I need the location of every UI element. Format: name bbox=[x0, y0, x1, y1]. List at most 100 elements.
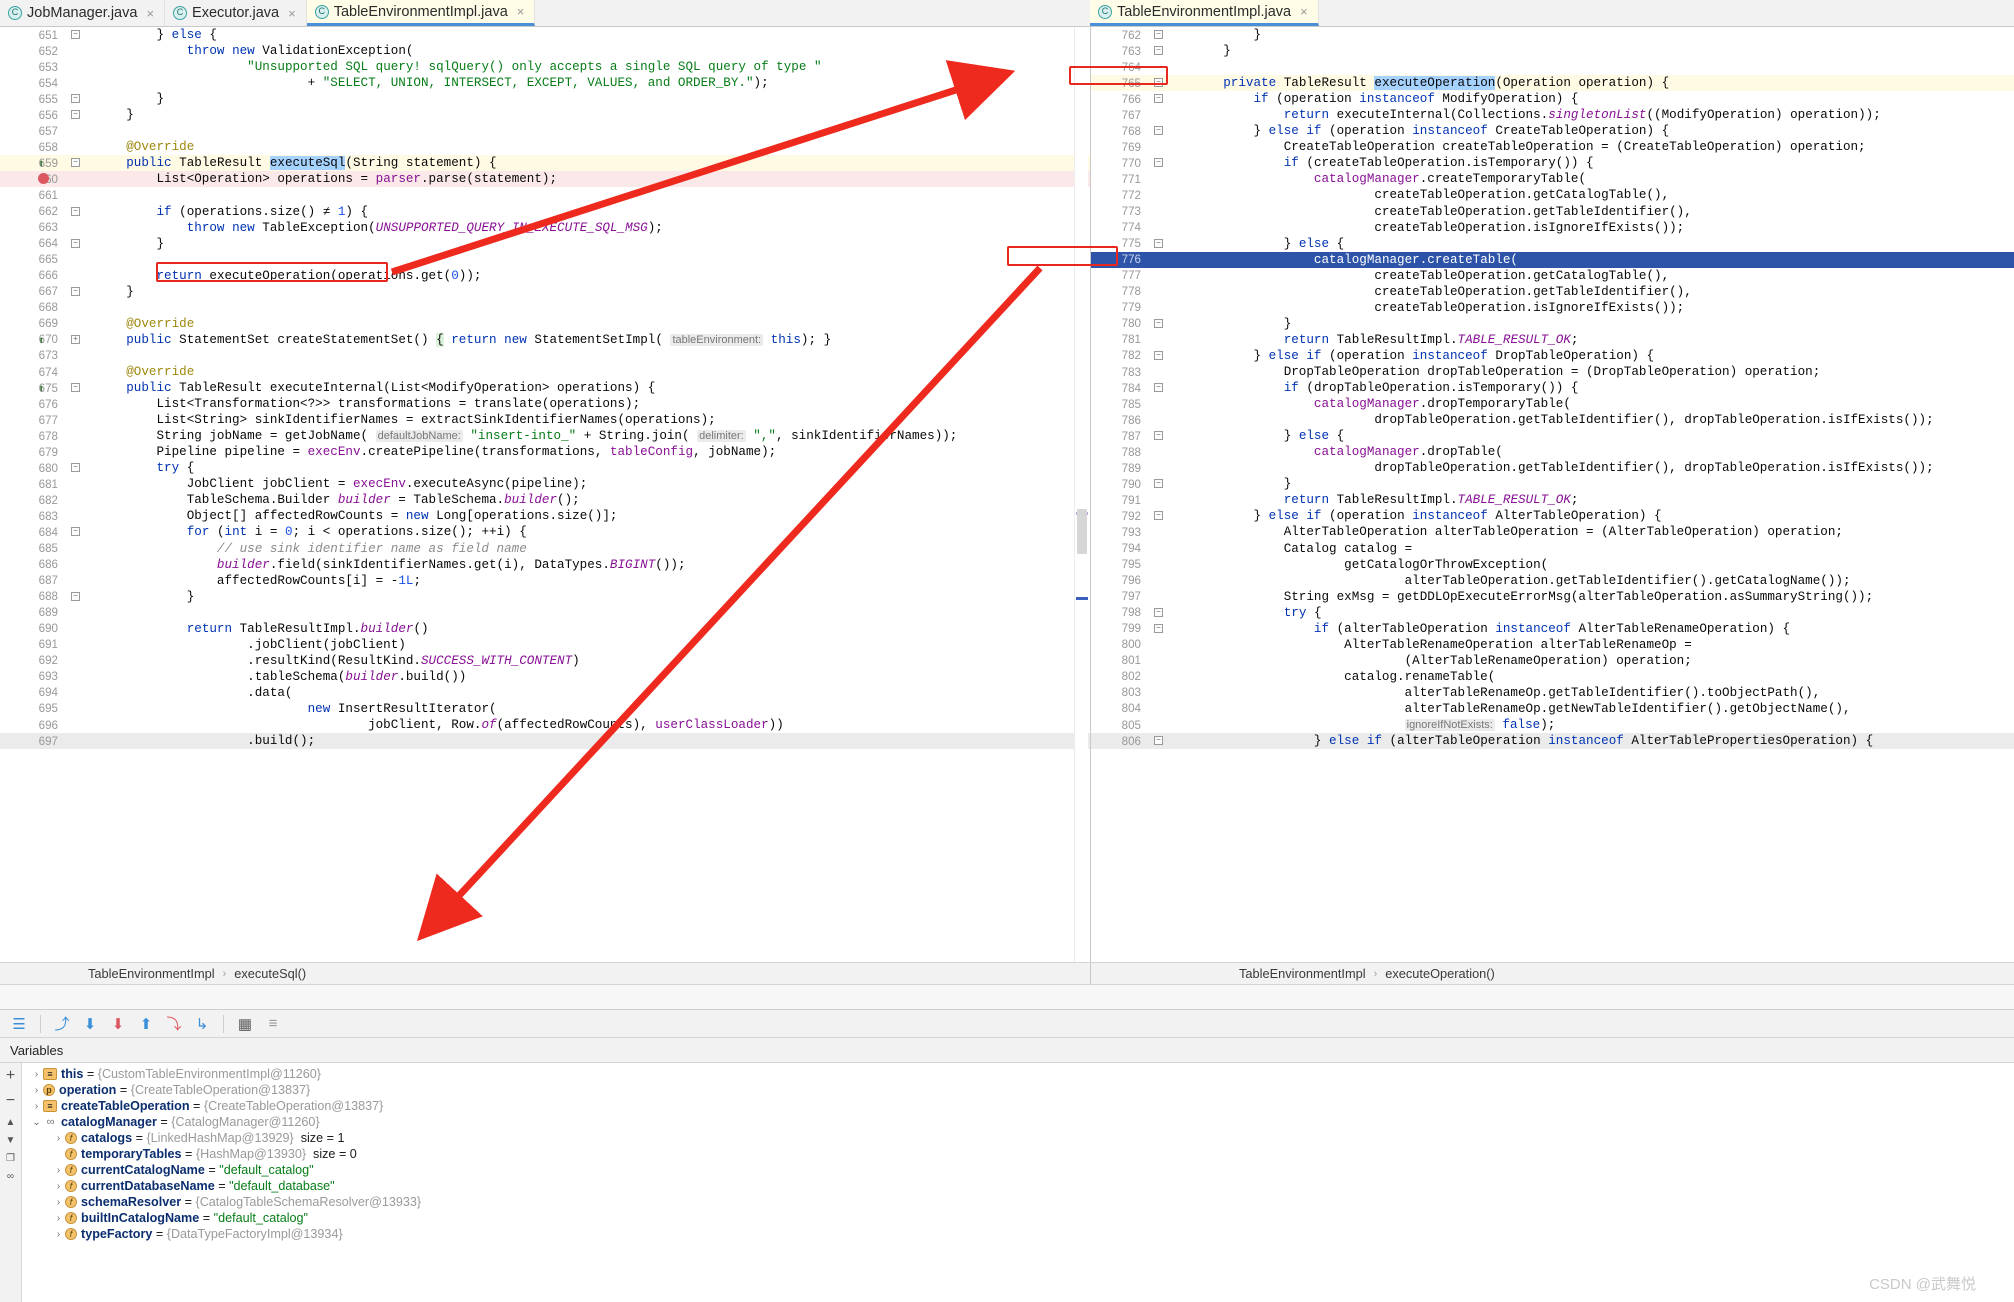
editor-tab-tableenvironmentimpl-java[interactable]: C TableEnvironmentImpl.java × bbox=[1090, 0, 1319, 26]
step-over-icon[interactable]: ⬇ bbox=[77, 1012, 103, 1036]
gutter-marks[interactable] bbox=[1147, 460, 1193, 476]
fold-collapse-icon[interactable]: − bbox=[1154, 607, 1163, 617]
variable-row[interactable]: › f currentCatalogName = "default_catalog" bbox=[22, 1162, 2014, 1178]
gutter-marks[interactable] bbox=[1147, 444, 1193, 460]
gutter-marks[interactable] bbox=[64, 43, 96, 59]
gutter-marks[interactable] bbox=[64, 685, 96, 701]
gutter-marks[interactable]: − bbox=[64, 589, 96, 605]
code-line[interactable]: 795 getCatalogOrThrowException( bbox=[1091, 557, 2014, 573]
code-line[interactable]: 687 affectedRowCounts[i] = -1L; bbox=[0, 573, 1090, 589]
gutter-marks[interactable]: − bbox=[1147, 428, 1193, 444]
fold-collapse-icon[interactable]: − bbox=[71, 158, 80, 168]
gutter-marks[interactable]: − bbox=[1147, 380, 1193, 396]
variable-row[interactable]: › ≡ createTableOperation = {CreateTableOpe… bbox=[22, 1098, 2014, 1114]
gutter-marks[interactable] bbox=[1147, 557, 1193, 573]
code-line[interactable]: 762 − } bbox=[1091, 27, 2014, 43]
code-line[interactable]: 802 catalog.renameTable( bbox=[1091, 669, 2014, 685]
chevron-right-icon[interactable]: › bbox=[30, 1101, 43, 1112]
gutter-marks[interactable] bbox=[1147, 685, 1193, 701]
code-line[interactable]: 790 − } bbox=[1091, 476, 2014, 492]
code-line[interactable]: 693 .tableSchema(builder.build()) bbox=[0, 669, 1090, 685]
variable-row[interactable]: › p operation = {CreateTableOperation@1383… bbox=[22, 1082, 2014, 1098]
fold-collapse-icon[interactable]: − bbox=[1154, 30, 1163, 39]
gutter-marks[interactable]: − bbox=[1147, 605, 1193, 621]
code-line[interactable]: 663 throw new TableException(UNSUPPORTED… bbox=[0, 220, 1090, 236]
code-line[interactable]: 682 TableSchema.Builder builder = TableS… bbox=[0, 492, 1090, 508]
code-line[interactable]: 803 alterTableRenameOp.getTableIdentifie… bbox=[1091, 685, 2014, 701]
code-line[interactable]: 692 .resultKind(ResultKind.SUCCESS_WITH_… bbox=[0, 653, 1090, 669]
close-icon[interactable]: × bbox=[517, 4, 525, 19]
remove-watch-icon[interactable]: − bbox=[6, 1092, 15, 1110]
fold-collapse-icon[interactable]: − bbox=[71, 286, 80, 296]
gutter-marks[interactable] bbox=[64, 637, 96, 653]
code-line[interactable]: 770 − if (createTableOperation.isTemporar… bbox=[1091, 155, 2014, 171]
fold-collapse-icon[interactable]: − bbox=[1154, 479, 1163, 489]
editor-tab-executor-java[interactable]: C Executor.java × bbox=[165, 0, 307, 26]
gutter-marks[interactable] bbox=[1147, 220, 1193, 236]
variable-row[interactable]: › f currentDatabaseName = "default_databas… bbox=[22, 1178, 2014, 1194]
code-line[interactable]: 779 createTableOperation.isIgnoreIfExist… bbox=[1091, 300, 2014, 316]
code-line[interactable]: 696 jobClient, Row.of(affectedRowCounts)… bbox=[0, 717, 1090, 733]
code-line[interactable]: 655 − } bbox=[0, 91, 1090, 107]
settings-icon[interactable]: ≡ bbox=[260, 1012, 286, 1036]
breadcrumb-class[interactable]: TableEnvironmentImpl bbox=[88, 966, 215, 981]
gutter-marks[interactable] bbox=[1147, 589, 1193, 605]
code-line[interactable]: 794 Catalog catalog = bbox=[1091, 541, 2014, 557]
gutter-marks[interactable] bbox=[1147, 637, 1193, 653]
variables-panel[interactable]: + − ▲ ▼ ❐ ∞ › ≡ this = {CustomTableEnvironmentI… bbox=[0, 1063, 2014, 1302]
object-chain-icon[interactable]: ∞ bbox=[7, 1171, 14, 1182]
gutter-marks[interactable] bbox=[1147, 492, 1193, 508]
code-line[interactable]: 685 // use sink identifier name as field… bbox=[0, 541, 1090, 557]
gutter-marks[interactable] bbox=[1147, 541, 1193, 557]
gutter-marks[interactable] bbox=[64, 300, 96, 316]
gutter-marks[interactable] bbox=[1147, 300, 1193, 316]
gutter-marks[interactable]: − bbox=[1147, 621, 1193, 637]
code-line[interactable]: 796 alterTableOperation.getTableIdentifi… bbox=[1091, 573, 2014, 589]
gutter-marks[interactable] bbox=[64, 316, 96, 332]
left-breadcrumb[interactable]: TableEnvironmentImpl › executeSql() bbox=[0, 962, 1090, 985]
code-line[interactable]: 768 − } else if (operation instanceof Cre… bbox=[1091, 123, 2014, 139]
gutter-marks[interactable]: − bbox=[1147, 348, 1193, 364]
variable-row[interactable]: › f builtInCatalogName = "default_catalog" bbox=[22, 1210, 2014, 1226]
code-line[interactable]: 804 alterTableRenameOp.getNewTableIdenti… bbox=[1091, 701, 2014, 717]
code-line[interactable]: 789 dropTableOperation.getTableIdentifie… bbox=[1091, 460, 2014, 476]
gutter-marks[interactable] bbox=[64, 364, 96, 380]
gutter-marks[interactable] bbox=[1147, 268, 1193, 284]
fold-collapse-icon[interactable]: − bbox=[71, 591, 80, 601]
code-line[interactable]: 695 new InsertResultIterator( bbox=[0, 701, 1090, 717]
code-line[interactable]: 806 − } else if (alterTableOperation inst… bbox=[1091, 733, 2014, 750]
fold-collapse-icon[interactable]: − bbox=[71, 238, 80, 248]
code-line[interactable]: 785 catalogManager.dropTemporaryTable( bbox=[1091, 396, 2014, 412]
code-line[interactable]: 797 String exMsg = getDDLOpExecuteErrorM… bbox=[1091, 589, 2014, 605]
gutter-marks[interactable] bbox=[64, 541, 96, 557]
add-watch-icon[interactable]: + bbox=[6, 1067, 15, 1085]
breadcrumb-class[interactable]: TableEnvironmentImpl bbox=[1239, 966, 1366, 981]
fold-collapse-icon[interactable]: − bbox=[1154, 318, 1163, 328]
editor-tab-jobmanager-java[interactable]: C JobManager.java × bbox=[0, 0, 166, 26]
gutter-marks[interactable] bbox=[1147, 573, 1193, 589]
code-line[interactable]: 679 Pipeline pipeline = execEnv.createPi… bbox=[0, 444, 1090, 460]
code-line[interactable]: 765 − private TableResult executeOperatio… bbox=[1091, 75, 2014, 92]
right-code-editor[interactable]: 762 − } 763 − } 764 765 − private TableResult … bbox=[1090, 27, 2014, 962]
gutter-marks[interactable] bbox=[64, 220, 96, 236]
gutter-marks[interactable] bbox=[1147, 171, 1193, 187]
code-line[interactable]: 764 bbox=[1091, 59, 2014, 75]
code-line[interactable]: 680 − try { bbox=[0, 460, 1090, 476]
code-line[interactable]: 778 createTableOperation.getTableIdentif… bbox=[1091, 284, 2014, 300]
override-method-icon[interactable]: ⬆ bbox=[38, 334, 45, 348]
code-line[interactable]: 798 − try { bbox=[1091, 605, 2014, 621]
code-line[interactable]: 660 List<Operation> operations = parser.… bbox=[0, 171, 1090, 188]
code-line[interactable]: 654 + "SELECT, UNION, INTERSECT, EXCEPT,… bbox=[0, 75, 1090, 91]
code-line[interactable]: 676 List<Transformation<?>> transformati… bbox=[0, 396, 1090, 412]
fold-collapse-icon[interactable]: − bbox=[1154, 736, 1163, 746]
gutter-marks[interactable] bbox=[64, 557, 96, 573]
gutter-marks[interactable]: − bbox=[1147, 155, 1193, 171]
code-line[interactable]: 776 catalogManager.createTable( bbox=[1091, 251, 2014, 268]
step-out-of-icon[interactable]: ⤴ bbox=[49, 1012, 75, 1036]
gutter-marks[interactable]: − ⬆ bbox=[38, 380, 96, 396]
code-line[interactable]: 653 "Unsupported SQL query! sqlQuery() o… bbox=[0, 59, 1090, 75]
code-line[interactable]: 683 Object[] affectedRowCounts = new Lon… bbox=[0, 508, 1090, 524]
gutter-marks[interactable]: − bbox=[1147, 236, 1193, 252]
fold-collapse-icon[interactable]: − bbox=[71, 383, 80, 393]
close-icon[interactable]: × bbox=[146, 6, 154, 21]
